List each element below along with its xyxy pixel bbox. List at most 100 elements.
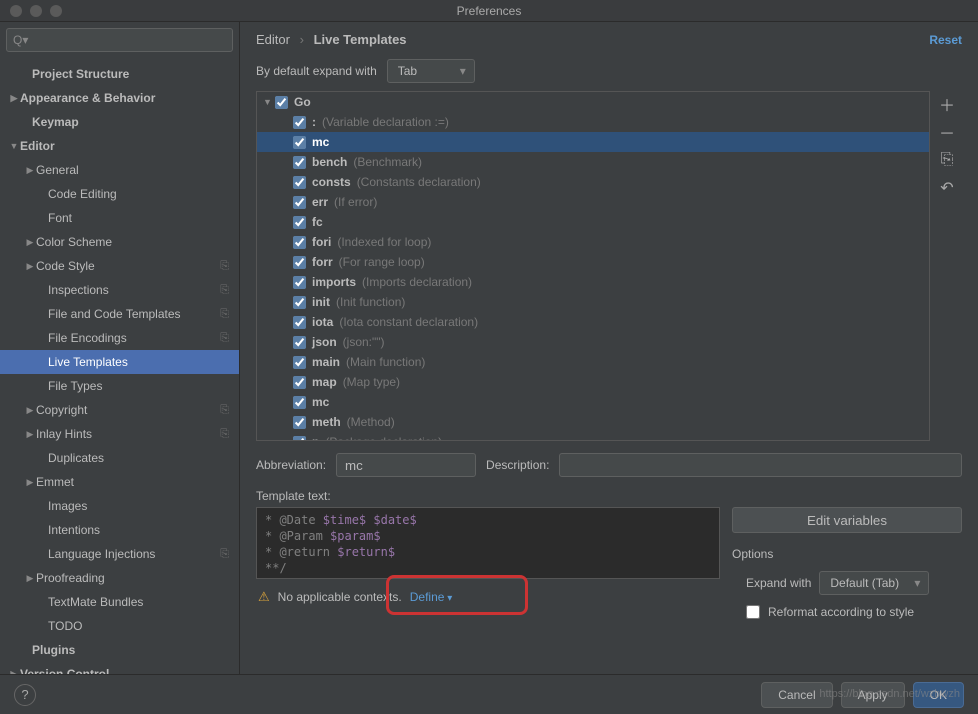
template-checkbox[interactable] [293,156,306,169]
sidebar-item[interactable]: File Types [0,374,239,398]
reformat-checkbox[interactable] [746,605,760,619]
template-item[interactable]: json(json:"") [257,332,929,352]
abbreviation-input[interactable] [336,453,476,477]
titlebar: Preferences [0,0,978,22]
ok-button[interactable]: OK [913,682,964,708]
sidebar-item-label: File Encodings [48,331,127,345]
sidebar-item[interactable]: Editor [0,134,239,158]
search-input[interactable]: Q▾ [6,28,233,52]
template-item[interactable]: imports(Imports declaration) [257,272,929,292]
code-line: * @Param $param$ [265,528,711,544]
template-checkbox[interactable] [293,236,306,249]
sidebar-item[interactable]: Code Editing [0,182,239,206]
group-checkbox[interactable] [275,96,288,109]
template-item[interactable]: bench(Benchmark) [257,152,929,172]
add-button[interactable]: ＋ [934,91,960,117]
sidebar-item[interactable]: Project Structure [0,62,239,86]
remove-button[interactable]: － [934,119,960,145]
template-desc: (Map type) [343,375,400,389]
template-item[interactable]: map(Map type) [257,372,929,392]
template-item[interactable]: :(Variable declaration :=) [257,112,929,132]
sidebar-item[interactable]: Inlay Hints⎘ [0,422,239,446]
scope-icon: ⎘ [220,260,229,273]
template-item[interactable]: init (Init function) [257,292,929,312]
sidebar-item[interactable]: Font [0,206,239,230]
template-checkbox[interactable] [293,276,306,289]
sidebar-item[interactable]: Code Style⎘ [0,254,239,278]
sidebar-item[interactable]: TODO [0,614,239,638]
revert-button[interactable]: ↶ [934,175,960,201]
description-input[interactable] [559,453,962,477]
template-checkbox[interactable] [293,396,306,409]
template-item[interactable]: mc [257,132,929,152]
edit-variables-button[interactable]: Edit variables [732,507,962,533]
abbreviation-label: Abbreviation: [256,458,326,472]
template-checkbox[interactable] [293,416,306,429]
template-item[interactable]: consts(Constants declaration) [257,172,929,192]
template-desc: (For range loop) [339,255,425,269]
template-item[interactable]: meth(Method) [257,412,929,432]
sidebar-item[interactable]: Proofreading [0,566,239,590]
chevron-right-icon [24,165,36,176]
sidebar-item[interactable]: Live Templates [0,350,239,374]
sidebar-item[interactable]: File and Code Templates⎘ [0,302,239,326]
reset-link[interactable]: Reset [929,33,962,47]
window-controls[interactable] [0,5,62,17]
sidebar-item[interactable]: Duplicates [0,446,239,470]
sidebar-item[interactable]: Language Injections⎘ [0,542,239,566]
sidebar-item-label: Project Structure [32,67,129,81]
sidebar-item[interactable]: Keymap [0,110,239,134]
template-desc: (Main function) [346,355,425,369]
template-item[interactable]: fc [257,212,929,232]
sidebar-item[interactable]: Appearance & Behavior [0,86,239,110]
template-item[interactable]: iota(Iota constant declaration) [257,312,929,332]
maximize-icon[interactable] [50,5,62,17]
sidebar-item[interactable]: Inspections⎘ [0,278,239,302]
sidebar-item[interactable]: Intentions [0,518,239,542]
sidebar-item[interactable]: General [0,158,239,182]
minimize-icon[interactable] [30,5,42,17]
sidebar-item[interactable]: Version Control [0,662,239,674]
sidebar-item[interactable]: TextMate Bundles [0,590,239,614]
template-checkbox[interactable] [293,376,306,389]
template-checkbox[interactable] [293,296,306,309]
template-checkbox[interactable] [293,196,306,209]
cancel-button[interactable]: Cancel [761,682,832,708]
copy-button[interactable]: ⎘ [934,147,960,173]
template-desc: (Init function) [336,295,405,309]
template-desc: (Imports declaration) [362,275,472,289]
template-item[interactable]: fori(Indexed for loop) [257,232,929,252]
help-button[interactable]: ? [14,684,36,706]
template-checkbox[interactable] [293,256,306,269]
scope-icon: ⎘ [220,332,229,345]
template-checkbox[interactable] [293,336,306,349]
sidebar-item[interactable]: Emmet [0,470,239,494]
template-item[interactable]: forr(For range loop) [257,252,929,272]
template-tree[interactable]: ▼Go:(Variable declaration :=)mcbench(Ben… [256,91,930,441]
sidebar-item[interactable]: Plugins [0,638,239,662]
template-checkbox[interactable] [293,356,306,369]
template-abbr: init [312,295,330,309]
define-link[interactable]: Define [410,590,453,604]
template-group[interactable]: ▼Go [257,92,929,112]
template-item[interactable]: mc [257,392,929,412]
sidebar-item[interactable]: Color Scheme [0,230,239,254]
expand-select[interactable]: Tab [387,59,475,83]
template-item[interactable]: p(Package declaration) [257,432,929,441]
template-checkbox[interactable] [293,136,306,149]
template-checkbox[interactable] [293,116,306,129]
template-checkbox[interactable] [293,176,306,189]
close-icon[interactable] [10,5,22,17]
template-item[interactable]: main(Main function) [257,352,929,372]
sidebar-item-label: File and Code Templates [48,307,181,321]
sidebar-item[interactable]: Copyright⎘ [0,398,239,422]
template-checkbox[interactable] [293,316,306,329]
sidebar-item[interactable]: File Encodings ⎘ [0,326,239,350]
breadcrumb-root[interactable]: Editor [256,32,290,47]
template-checkbox[interactable] [293,216,306,229]
apply-button[interactable]: Apply [841,682,905,708]
sidebar-item[interactable]: Images [0,494,239,518]
expand-with-select[interactable]: Default (Tab) [819,571,929,595]
template-item[interactable]: err(If error) [257,192,929,212]
template-text-editor[interactable]: * @Date $time$ $date$ * @Param $param$ *… [256,507,720,579]
